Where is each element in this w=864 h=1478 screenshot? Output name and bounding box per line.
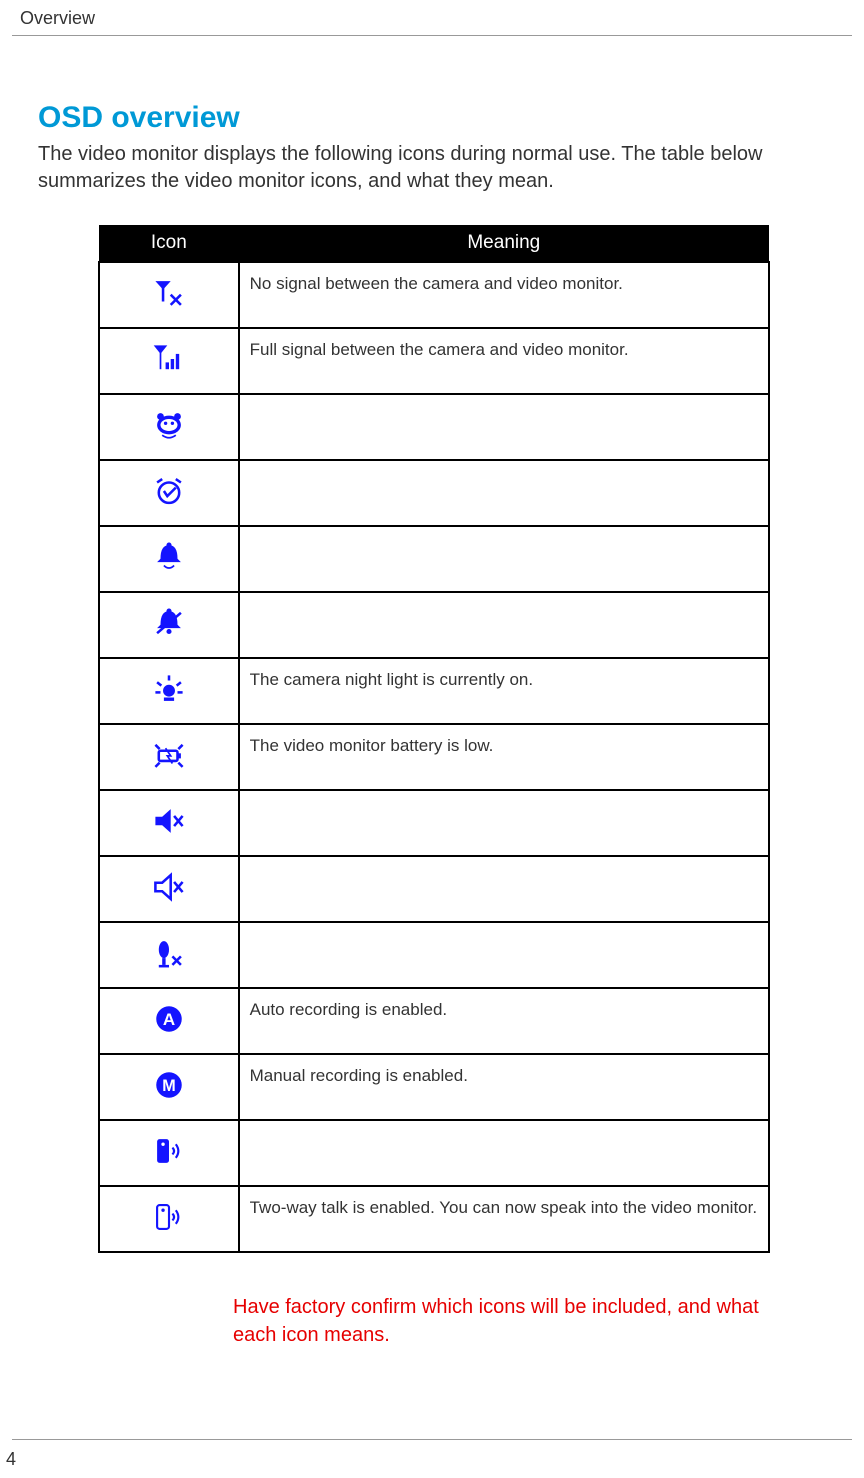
table-row: A Auto recording is enabled. <box>99 988 769 1054</box>
meaning-cell <box>239 394 769 460</box>
icon-table: Icon Meaning No signal between the camer… <box>98 225 770 1253</box>
meaning-cell <box>239 460 769 526</box>
alarm-clock-icon <box>152 474 186 508</box>
table-row <box>99 922 769 988</box>
table-row: The video monitor battery is low. <box>99 724 769 790</box>
icon-cell <box>99 790 239 856</box>
speaker-mute-outline-icon <box>152 870 186 904</box>
bell-icon <box>152 540 186 574</box>
table-row <box>99 856 769 922</box>
section-title: OSD overview <box>38 101 864 135</box>
meaning-cell: No signal between the camera and video m… <box>239 262 769 328</box>
icon-cell <box>99 1186 239 1252</box>
night-light-icon <box>152 672 186 706</box>
factory-note: Have factory confirm which icons will be… <box>233 1293 773 1349</box>
icon-cell <box>99 328 239 394</box>
icon-cell <box>99 1120 239 1186</box>
meaning-cell: Two-way talk is enabled. You can now spe… <box>239 1186 769 1252</box>
icon-cell <box>99 922 239 988</box>
page-number: 4 <box>6 1449 16 1470</box>
icon-cell <box>99 460 239 526</box>
table-row <box>99 460 769 526</box>
svg-text:M: M <box>162 1076 175 1094</box>
table-row: Two-way talk is enabled. You can now spe… <box>99 1186 769 1252</box>
talk-outline-icon <box>152 1200 186 1234</box>
auto-record-icon: A <box>152 1002 186 1036</box>
full-signal-icon <box>152 342 186 376</box>
meaning-cell: Full signal between the camera and video… <box>239 328 769 394</box>
table-row <box>99 1120 769 1186</box>
section-intro: The video monitor displays the following… <box>38 141 858 195</box>
mic-off-icon <box>152 936 186 970</box>
meaning-cell: The camera night light is currently on. <box>239 658 769 724</box>
bell-off-icon <box>152 606 186 640</box>
no-signal-icon <box>152 276 186 310</box>
table-row: Full signal between the camera and video… <box>99 328 769 394</box>
meaning-cell <box>239 922 769 988</box>
icon-cell <box>99 856 239 922</box>
icon-cell: A <box>99 988 239 1054</box>
table-header-meaning: Meaning <box>239 225 769 262</box>
table-row <box>99 790 769 856</box>
icon-cell <box>99 724 239 790</box>
footer-divider <box>12 1439 852 1440</box>
icon-cell <box>99 394 239 460</box>
meaning-cell: Manual recording is enabled. <box>239 1054 769 1120</box>
manual-record-icon: M <box>152 1068 186 1102</box>
icon-cell <box>99 262 239 328</box>
icon-cell <box>99 658 239 724</box>
speaker-mute-solid-icon <box>152 804 186 838</box>
meaning-cell <box>239 1120 769 1186</box>
table-row: No signal between the camera and video m… <box>99 262 769 328</box>
table-row <box>99 526 769 592</box>
meaning-cell <box>239 526 769 592</box>
table-header-icon: Icon <box>99 225 239 262</box>
icon-cell: M <box>99 1054 239 1120</box>
table-row: The camera night light is currently on. <box>99 658 769 724</box>
page-content: OSD overview The video monitor displays … <box>0 36 864 1349</box>
battery-low-icon <box>152 738 186 772</box>
table-body: No signal between the camera and video m… <box>99 262 769 1252</box>
icon-cell <box>99 592 239 658</box>
meaning-cell <box>239 592 769 658</box>
alarm-on-icon <box>152 408 186 442</box>
meaning-cell: Auto recording is enabled. <box>239 988 769 1054</box>
meaning-cell <box>239 790 769 856</box>
table-row <box>99 592 769 658</box>
meaning-cell: The video monitor battery is low. <box>239 724 769 790</box>
table-row: M Manual recording is enabled. <box>99 1054 769 1120</box>
table-row <box>99 394 769 460</box>
talk-solid-icon <box>152 1134 186 1168</box>
icon-cell <box>99 526 239 592</box>
svg-text:A: A <box>163 1009 175 1028</box>
meaning-cell <box>239 856 769 922</box>
page-header: Overview <box>12 0 852 36</box>
